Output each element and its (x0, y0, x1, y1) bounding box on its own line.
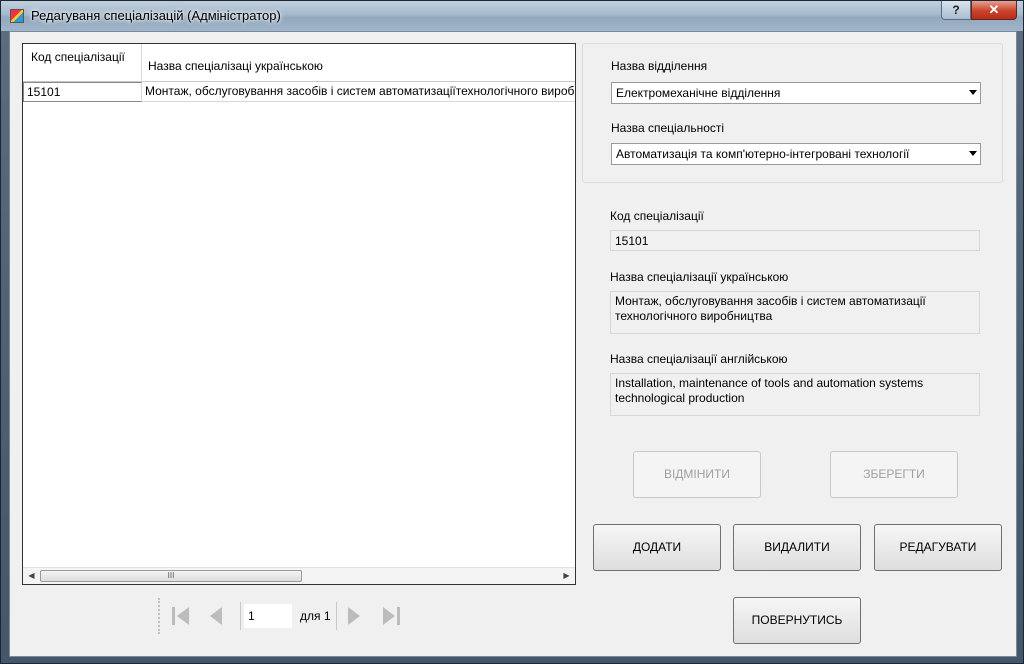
scroll-thumb[interactable]: III (40, 570, 302, 582)
name-en-label: Назва спеціалізації англійською (610, 352, 788, 366)
cancel-button[interactable]: ВІДМІНИТИ (633, 451, 761, 498)
specializations-grid[interactable]: Код спеціалізації Назва спеціалізаці укр… (22, 43, 576, 585)
horizontal-scrollbar[interactable]: ◀ III ▶ (23, 567, 575, 584)
count-label: для 1 (300, 609, 331, 623)
scroll-left-icon[interactable]: ◀ (23, 568, 40, 584)
cell-name-ua[interactable]: Монтаж, обслуговування засобів і систем … (142, 82, 575, 102)
column-header-name-ua[interactable]: Назва спеціалізаці українською (142, 44, 575, 82)
code-field[interactable]: 15101 (610, 230, 980, 251)
help-button[interactable]: ? (941, 1, 971, 20)
department-select[interactable]: Електромеханічне відділення (611, 82, 981, 104)
position-input[interactable] (244, 604, 292, 628)
add-button[interactable]: ДОДАТИ (593, 524, 721, 571)
department-label: Назва відділення (611, 59, 708, 73)
save-button[interactable]: ЗБЕРЕГТИ (830, 451, 958, 498)
app-icon (10, 9, 24, 23)
title-bar: Редагуваня спеціалізацій (Адміністратор)… (1, 1, 1023, 31)
selection-group: Назва відділення Електромеханічне відділ… (582, 43, 1003, 183)
code-label: Код спеціалізації (610, 209, 704, 223)
table-row[interactable]: 15101 Монтаж, обслуговування засобів і с… (23, 82, 575, 102)
column-header-code[interactable]: Код спеціалізації (23, 44, 142, 82)
app-window: Редагуваня спеціалізацій (Адміністратор)… (0, 0, 1024, 664)
name-ua-label: Назва спеціалізації українською (610, 270, 789, 284)
specialty-select[interactable]: Автоматизація та комп'ютерно-інтегровані… (611, 143, 981, 165)
nav-separator (240, 602, 241, 630)
chevron-down-icon[interactable] (969, 90, 977, 95)
binding-navigator: для 1 (158, 598, 420, 634)
client-area: Код спеціалізації Назва спеціалізаці укр… (9, 31, 1017, 657)
window-title: Редагуваня спеціалізацій (Адміністратор) (31, 8, 281, 23)
specialty-label: Назва спеціальності (611, 121, 725, 135)
department-select-value: Електромеханічне відділення (616, 86, 781, 100)
cell-code[interactable]: 15101 (23, 82, 142, 102)
specialty-select-value: Автоматизація та комп'ютерно-інтегровані… (616, 147, 910, 161)
grid-header: Код спеціалізації Назва спеціалізаці укр… (23, 44, 575, 82)
move-next-icon[interactable] (340, 603, 366, 629)
move-first-icon[interactable] (168, 603, 194, 629)
nav-separator (336, 602, 337, 630)
scroll-right-icon[interactable]: ▶ (558, 568, 575, 584)
move-previous-icon[interactable] (204, 603, 230, 629)
back-button[interactable]: ПОВЕРНУТИСЬ (733, 597, 861, 644)
move-last-icon[interactable] (378, 603, 404, 629)
edit-button[interactable]: РЕДАГУВАТИ (874, 524, 1002, 571)
chevron-down-icon[interactable] (969, 151, 977, 156)
close-button[interactable]: ✕ (971, 1, 1017, 20)
name-en-field[interactable]: Installation, maintenance of tools and a… (610, 373, 980, 416)
name-ua-field[interactable]: Монтаж, обслуговування засобів і систем … (610, 291, 980, 334)
delete-button[interactable]: ВИДАЛИТИ (733, 524, 861, 571)
